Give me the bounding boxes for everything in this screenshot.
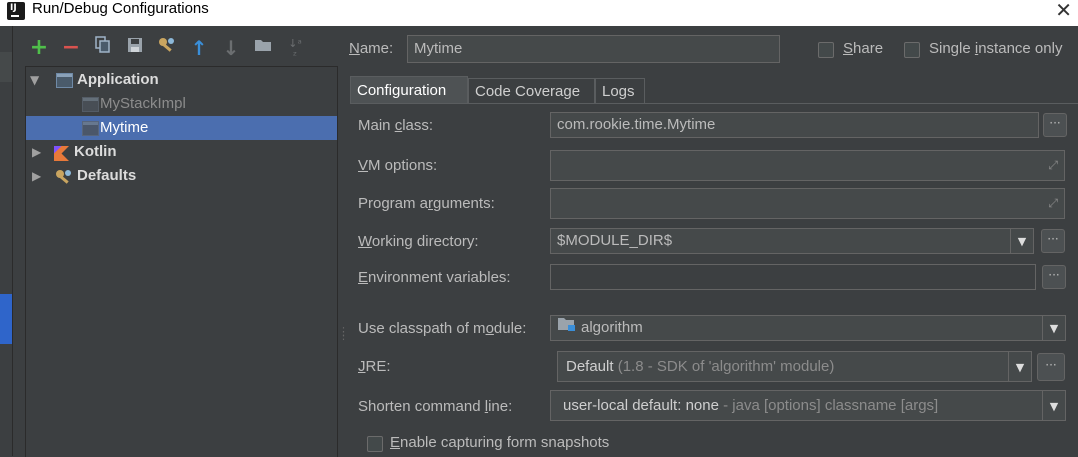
splitter-handle[interactable]: ⋮ ⋮ [338,327,349,342]
classpath-module-dropdown[interactable]: algorithm ▼ [550,315,1066,341]
working-directory-dropdown[interactable]: $MODULE_DIR$ ▼ [550,228,1034,254]
tree-item-defaults[interactable]: ▶ Defaults [26,164,337,188]
application-config-icon [82,121,99,136]
single-instance-label[interactable]: Single instance only [929,40,1062,57]
close-icon[interactable]: ✕ [1055,0,1072,22]
capture-snapshots-checkbox[interactable] [367,436,383,452]
jre-label: JRE: [358,358,391,375]
capture-snapshots-label[interactable]: Enable capturing form snapshots [390,434,609,451]
shorten-command-line-value: user-local default: none [563,397,719,414]
save-icon[interactable] [124,36,146,60]
background-selection [0,294,12,344]
name-input[interactable]: Mytime [407,35,780,63]
config-toolbar: + − ↑ ↓ ↓ᵃ ᶻ [26,36,326,64]
intellij-app-icon: IJ [7,2,25,20]
single-instance-checkbox[interactable] [904,42,920,58]
name-label: Name: [349,40,394,57]
jre-dropdown[interactable]: Default (1.8 - SDK of 'algorithm' module… [557,351,1032,382]
expand-icon[interactable]: ⤢ [1048,191,1058,215]
tree-item-mytime[interactable]: Mytime [26,116,337,140]
environment-variables-input[interactable] [550,264,1036,290]
remove-icon[interactable]: − [60,36,82,60]
shorten-command-line-detail: - java [options] classname [args] [723,397,939,414]
jre-detail: (1.8 - SDK of 'algorithm' module) [617,358,835,375]
shorten-command-line-dropdown[interactable]: user-local default: none - java [options… [550,390,1066,421]
working-directory-label: Working directory: [358,233,479,250]
application-config-icon [82,97,99,112]
tree-item-kotlin[interactable]: ▶ Kotlin [26,140,337,164]
expanded-arrow-icon[interactable]: ▼ [30,68,39,92]
folder-icon[interactable] [252,36,274,60]
module-folder-icon [557,316,577,340]
wrench-icon[interactable] [156,36,178,60]
vm-options-label: VM options: [358,157,438,174]
tab-logs[interactable]: Logs [595,78,645,103]
background-highlight [0,52,12,82]
classpath-module-value: algorithm [581,319,643,336]
wrench-icon [54,168,74,194]
environment-variables-edit-button[interactable]: ··· [1042,265,1066,289]
copy-icon[interactable] [92,36,114,60]
share-label[interactable]: Share [843,40,883,57]
vm-options-input[interactable]: ⤢ [550,150,1065,181]
environment-variables-label: Environment variables: [358,269,511,286]
tree-item-mystackimpl[interactable]: MyStackImpl [26,92,337,116]
collapsed-arrow-icon[interactable]: ▶ [32,164,41,188]
title-bar: IJ Run/Debug Configurations ✕ [0,0,1078,26]
main-class-label: Main class: [358,117,434,134]
sort-icon[interactable]: ↓ᵃ ᶻ [284,36,306,62]
add-icon[interactable]: + [28,36,50,60]
config-tree: ▼ Application MyStackImpl Mytime ▶ Kotli… [25,66,338,457]
collapsed-arrow-icon[interactable]: ▶ [32,140,41,164]
shorten-command-line-label: Shorten command line: [358,398,513,415]
program-arguments-label: Program arguments: [358,195,495,212]
main-class-input[interactable]: com.rookie.time.Mytime [550,112,1039,138]
tree-item-label: Mytime [100,119,149,136]
tab-configuration[interactable]: Configuration [350,76,468,103]
tree-item-application[interactable]: ▼ Application [26,68,337,92]
tab-code-coverage[interactable]: Code Coverage [468,78,595,103]
main-class-browse-button[interactable]: ··· [1043,113,1067,137]
jre-value: Default [566,358,614,375]
program-arguments-input[interactable]: ⤢ [550,188,1065,219]
tree-item-label: Application [77,71,159,88]
application-icon [56,73,73,88]
working-directory-value: $MODULE_DIR$ [557,232,673,249]
jre-browse-button[interactable]: ··· [1037,353,1065,381]
share-checkbox[interactable] [818,42,834,58]
background-window-strip [0,26,13,456]
working-directory-browse-button[interactable]: ··· [1041,229,1065,253]
chevron-down-icon[interactable]: ▼ [1008,352,1031,381]
expand-icon[interactable]: ⤢ [1048,153,1058,177]
window-title: Run/Debug Configurations [32,0,209,17]
tree-item-label: Kotlin [74,143,117,160]
move-up-icon[interactable]: ↑ [188,36,210,60]
tree-item-label: MyStackImpl [100,95,186,112]
classpath-module-label: Use classpath of module: [358,320,527,337]
chevron-down-icon[interactable]: ▼ [1010,229,1033,253]
chevron-down-icon[interactable]: ▼ [1042,316,1065,340]
move-down-icon[interactable]: ↓ [220,36,242,60]
chevron-down-icon[interactable]: ▼ [1042,391,1065,420]
tree-item-label: Defaults [77,167,137,184]
